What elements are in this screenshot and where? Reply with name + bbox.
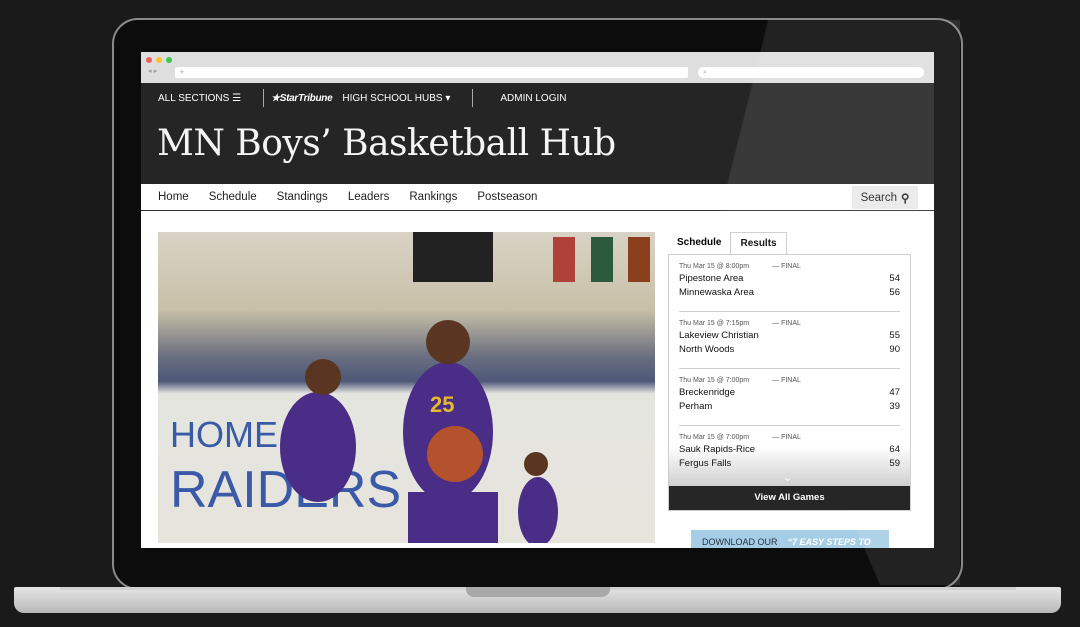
view-all-games-button[interactable]: View All Games xyxy=(669,486,910,510)
team-score: 47 xyxy=(889,387,900,398)
results-list: Thu Mar 15 @ 8:00pm — FINAL Pipestone Are… xyxy=(668,254,911,511)
minimize-dot-icon[interactable] xyxy=(156,57,162,63)
back-forward-icons[interactable]: ◂ ▸ xyxy=(148,67,157,75)
team-score: 64 xyxy=(889,444,900,455)
game-item[interactable]: Thu Mar 15 @ 7:15pm — FINAL Lakeview Chri… xyxy=(679,312,900,369)
team-name: Breckenridge xyxy=(679,387,735,398)
team-name: Sauk Rapids-Rice xyxy=(679,444,756,455)
tab-results[interactable]: Results xyxy=(730,232,787,254)
basketball-photo-illustration: HOME OF RAIDERS 25 xyxy=(170,232,650,543)
game-status: — FINAL xyxy=(772,377,801,384)
page-title: MN Boys’ Basketball Hub xyxy=(157,123,616,164)
jersey-number: 25 xyxy=(430,392,454,417)
nav-rankings[interactable]: Rankings xyxy=(409,191,457,203)
team-score: 39 xyxy=(889,401,900,412)
game-time: Thu Mar 15 @ 7:00pm xyxy=(679,377,750,384)
chevron-down-icon[interactable]: ⌄ xyxy=(783,471,792,484)
close-dot-icon[interactable] xyxy=(146,57,152,63)
browser-screen: ◂ ▸ + ⌕ ALL SECTIONS ☰ ★StarTribune HIGH… xyxy=(141,52,934,548)
team-score: 55 xyxy=(889,330,900,341)
team-name: Pipestone Area xyxy=(679,273,744,284)
team-score: 90 xyxy=(889,344,900,355)
team-score: 56 xyxy=(889,287,900,298)
game-time: Thu Mar 15 @ 8:00pm xyxy=(679,263,750,270)
nav-home[interactable]: Home xyxy=(158,191,189,203)
team-score: 59 xyxy=(889,458,900,469)
address-bar[interactable]: + xyxy=(175,67,688,78)
team-name: Minnewaska Area xyxy=(679,287,754,298)
search-label: Search xyxy=(860,191,897,204)
team-name: North Woods xyxy=(679,344,735,355)
all-sections-menu[interactable]: ALL SECTIONS ☰ xyxy=(158,93,241,104)
scores-panel: Schedule Results Thu Mar 15 @ 8:00pm — FI… xyxy=(668,232,911,511)
team-name: Lakeview Christian xyxy=(679,330,759,341)
game-status: — FINAL xyxy=(772,263,801,270)
game-status: — FINAL xyxy=(772,434,801,441)
game-status: — FINAL xyxy=(772,320,801,327)
high-school-hubs-menu[interactable]: HIGH SCHOOL HUBS ▾ xyxy=(342,93,450,104)
startribune-logo[interactable]: ★StarTribune xyxy=(271,93,333,104)
browser-search[interactable]: ⌕ xyxy=(698,67,924,78)
search-icon: ⚲ xyxy=(901,192,910,205)
game-item[interactable]: Thu Mar 15 @ 8:00pm — FINAL Pipestone Are… xyxy=(679,255,900,312)
ad-text: DOWNLOAD OUR xyxy=(702,537,778,547)
tab-schedule[interactable]: Schedule xyxy=(668,232,730,254)
hero-photo[interactable]: HOME OF RAIDERS 25 xyxy=(158,232,655,543)
game-time: Thu Mar 15 @ 7:15pm xyxy=(679,320,750,327)
nav-leaders[interactable]: Leaders xyxy=(348,191,390,203)
game-time: Thu Mar 15 @ 7:00pm xyxy=(679,434,750,441)
team-name: Fergus Falls xyxy=(679,458,732,469)
game-item[interactable]: Thu Mar 15 @ 7:00pm — FINAL Breckenridge 4… xyxy=(679,369,900,426)
laptop-base xyxy=(14,587,1061,613)
nav-standings[interactable]: Standings xyxy=(277,191,328,203)
maximize-dot-icon[interactable] xyxy=(166,57,172,63)
team-name: Perham xyxy=(679,401,713,412)
nav-schedule[interactable]: Schedule xyxy=(209,191,257,203)
site-header: ALL SECTIONS ☰ ★StarTribune HIGH SCHOOL … xyxy=(141,83,934,184)
ad-text: “7 EASY STEPS TO xyxy=(787,537,871,547)
team-score: 54 xyxy=(889,273,900,284)
divider xyxy=(472,89,474,107)
admin-login-link[interactable]: ADMIN LOGIN xyxy=(500,93,566,104)
section-nav: Home Schedule Standings Leaders Rankings… xyxy=(141,184,934,211)
search-button[interactable]: Search ⚲ xyxy=(852,186,918,209)
ad-banner[interactable]: DOWNLOAD OUR “7 EASY STEPS TO xyxy=(691,530,889,548)
browser-chrome: ◂ ▸ + ⌕ xyxy=(141,52,934,83)
nav-postseason[interactable]: Postseason xyxy=(477,191,537,203)
divider xyxy=(263,89,265,107)
